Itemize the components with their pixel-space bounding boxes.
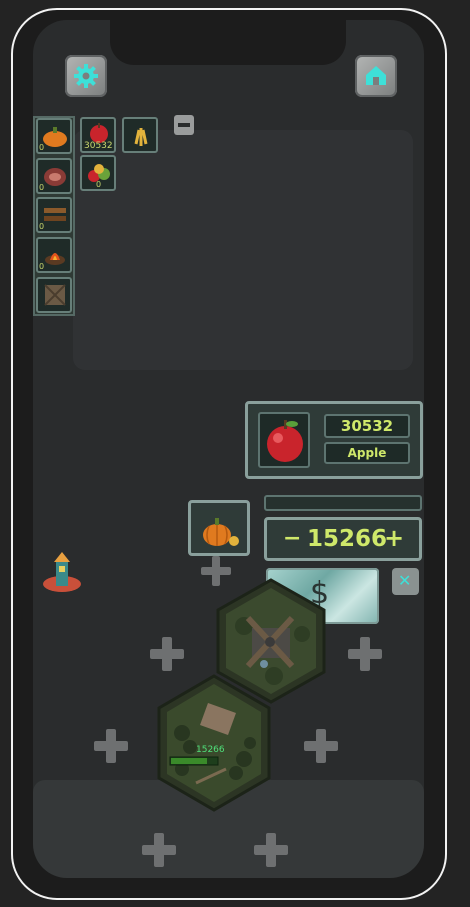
trade-amount-value: 15266: [307, 526, 388, 552]
collapse-inventory-button[interactable]: [174, 115, 194, 135]
resource-name: Apple: [324, 442, 410, 464]
slot-count: 0: [96, 180, 102, 189]
apple-icon: [267, 420, 303, 462]
inventory-slot-fire-pit[interactable]: 0: [36, 237, 72, 273]
slot-count: 0: [39, 262, 45, 271]
farm-tile[interactable]: [156, 673, 272, 813]
gear-icon: [74, 64, 98, 88]
pumpkin-icon: [43, 127, 67, 147]
wood-planks-icon: [44, 208, 66, 221]
close-icon: ✕: [398, 571, 412, 590]
tower-icon[interactable]: [40, 550, 84, 596]
increase-amount-button[interactable]: +: [384, 524, 404, 552]
decrease-amount-button[interactable]: −: [283, 526, 301, 551]
settings-button[interactable]: [65, 55, 107, 97]
crate-icon: [44, 284, 66, 306]
build-slot-plus-icon[interactable]: [94, 729, 128, 763]
resource-image-frame: [258, 412, 310, 468]
meat-icon: [44, 168, 66, 186]
build-slot-plus-icon[interactable]: [150, 637, 184, 671]
inventory-slot-pumpkin[interactable]: 0: [36, 118, 72, 154]
fire-pit-icon: [45, 253, 65, 265]
selected-item-slot[interactable]: [188, 500, 250, 556]
inventory-slot-apple[interactable]: 30532: [80, 117, 116, 153]
home-icon: [366, 66, 386, 85]
build-slot-plus-icon[interactable]: [254, 833, 288, 867]
slot-count: 0: [39, 183, 45, 192]
home-button[interactable]: [355, 55, 397, 97]
inventory-slot-wood-planks[interactable]: 0: [36, 197, 72, 233]
inventory-slot-vegetables[interactable]: 0: [80, 155, 116, 191]
inventory-slot-meat[interactable]: 0: [36, 158, 72, 194]
amount-stepper: − 15266 +: [264, 517, 422, 561]
tile-production-label: 15266: [196, 745, 225, 755]
resource-amount: 30532: [324, 414, 410, 438]
close-button[interactable]: ✕: [392, 568, 419, 595]
slot-count: 0: [39, 222, 45, 231]
inventory-slot-wheat[interactable]: [122, 117, 158, 153]
slot-count: 30532: [84, 141, 113, 151]
build-slot-plus-icon[interactable]: [142, 833, 176, 867]
resource-info-panel: 30532 Apple: [245, 401, 423, 479]
pumpkin-icon: [203, 518, 239, 546]
build-slot-plus-icon[interactable]: [304, 729, 338, 763]
progress-bar: [264, 495, 422, 511]
minus-icon: [178, 123, 190, 127]
wheat-icon: [134, 128, 148, 146]
slot-count: 0: [39, 143, 45, 152]
inventory-slot-crate[interactable]: [36, 277, 72, 313]
build-slot-plus-icon[interactable]: [348, 637, 382, 671]
phone-notch: [110, 20, 346, 65]
